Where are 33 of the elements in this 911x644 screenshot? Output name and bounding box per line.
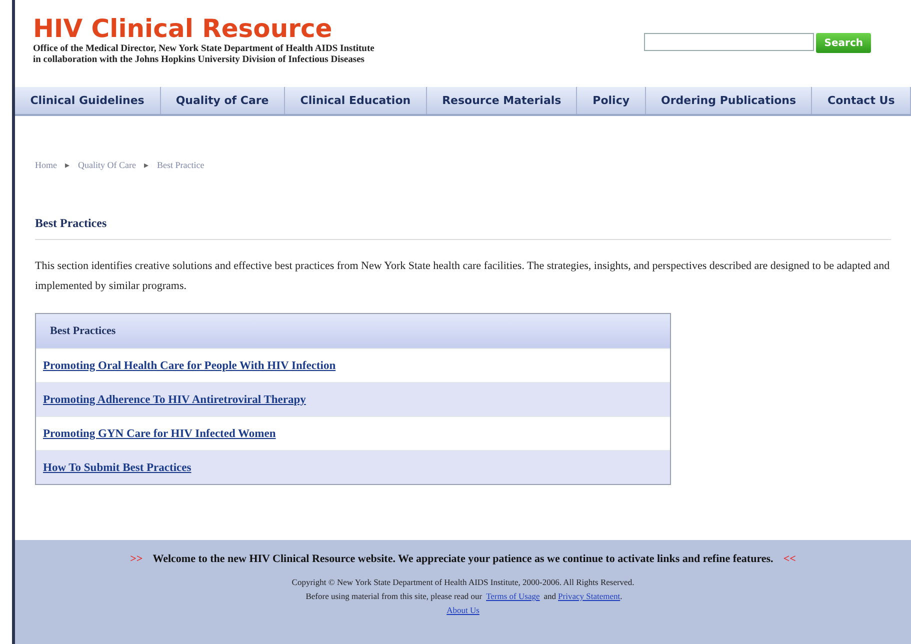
notice-text: . <box>620 591 622 601</box>
nav-tab[interactable]: Clinical Education <box>285 87 427 114</box>
notice-text: Before using material from this site, please read our <box>306 591 482 601</box>
notice-text: and <box>544 591 556 601</box>
page-heading: Best Practices <box>35 216 891 240</box>
site-subtitle: Office of the Medical Director, New York State Department of Health AIDS Institute <box>33 44 374 55</box>
site-title: HIV Clinical Resource <box>33 14 334 44</box>
copyright-text: Copyright © New York State Department of Health AIDS Institute, 2000-2006. All Rights Reserved. <box>290 576 636 589</box>
about-link[interactable]: About Us <box>446 605 480 615</box>
breadcrumb-separator: ▸ <box>65 160 70 170</box>
breadcrumb-link[interactable]: Quality Of Care <box>78 160 136 170</box>
nav-tab[interactable]: Quality of Care <box>160 87 286 114</box>
privacy-link[interactable]: Privacy Statement <box>558 591 620 601</box>
practice-link[interactable]: How To Submit Best Practices <box>43 462 192 474</box>
site-subtitle: in collaboration with the Johns Hopkins University Division of Infectious Diseases <box>33 55 366 66</box>
marker: >> <box>130 553 143 565</box>
practice-link[interactable]: Promoting GYN Care for HIV Infected Women <box>43 428 276 440</box>
breadcrumb-link[interactable]: Best Practice <box>156 160 204 170</box>
welcome-message: Welcome to the new HIV Clinical Resource website. We appreciate your patience as we continue to activate links and refine features. <box>152 553 774 565</box>
nav-tab[interactable]: Clinical Guidelines <box>15 87 161 114</box>
nav-tab[interactable]: Policy <box>577 87 646 114</box>
breadcrumb-link[interactable]: Home <box>35 160 57 170</box>
breadcrumb-separator: ▸ <box>144 160 149 170</box>
marker: << <box>783 553 796 565</box>
nav-tab[interactable]: Ordering Publications <box>646 87 812 114</box>
terms-link[interactable]: Terms of Usage <box>486 591 540 601</box>
nav-tab[interactable]: Resource Materials <box>426 87 578 114</box>
nav-tab[interactable]: Contact Us <box>812 87 911 114</box>
intro-paragraph: This section identifies creative solutions and effective best practices from New York State health care facilities. The strategies, insights, and perspectives described are designed to be adapted and implemented by similar programs. <box>35 259 891 294</box>
search-field[interactable] <box>644 33 814 51</box>
practice-link[interactable]: Promoting Oral Health Care for People With HIV Infection <box>43 360 336 372</box>
table-heading: Best Practices <box>36 314 670 348</box>
practice-link[interactable]: Promoting Adherence To HIV Antiretroviral Therapy <box>43 394 306 406</box>
